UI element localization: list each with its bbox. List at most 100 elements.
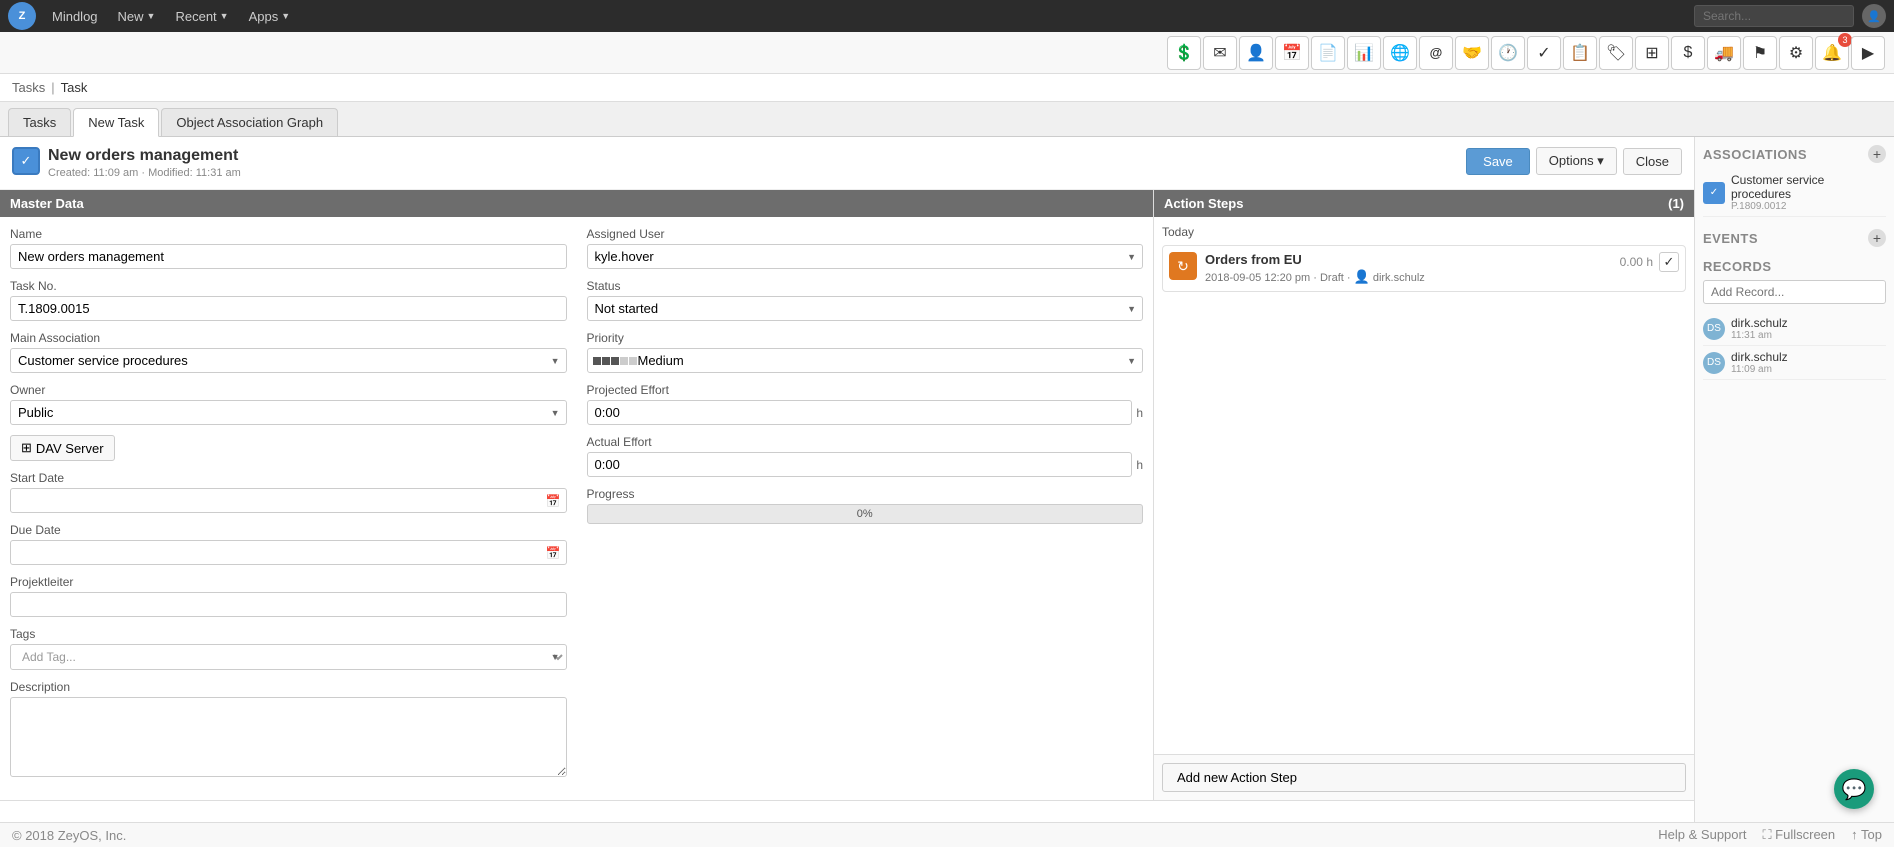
footer: © 2018 ZeyOS, Inc. Help & Support ⛶ Full… bbox=[0, 822, 1894, 847]
chart-icon[interactable]: 📊 bbox=[1347, 36, 1381, 70]
step-right: 0.00 h ✓ bbox=[1620, 252, 1679, 272]
task-icon: ✓ bbox=[12, 147, 40, 175]
projected-effort-input[interactable] bbox=[587, 400, 1133, 425]
nav-new[interactable]: New ▼ bbox=[110, 5, 164, 28]
app-logo[interactable]: Z bbox=[8, 2, 36, 30]
form-left-col: Name Task No. Main Association Customer bbox=[10, 227, 567, 790]
associations-section: ASSOCIATIONS + ✓ Customer service proced… bbox=[1703, 145, 1886, 217]
tags-select-wrapper: Add Tag... bbox=[10, 644, 567, 670]
settings-icon[interactable]: ⚙ bbox=[1779, 36, 1813, 70]
tab-object-association[interactable]: Object Association Graph bbox=[161, 108, 338, 136]
arrow-icon[interactable]: ▶ bbox=[1851, 36, 1885, 70]
tags-group: Tags Add Tag... bbox=[10, 627, 567, 670]
tab-tasks[interactable]: Tasks bbox=[8, 108, 71, 136]
top-navigation: Z Mindlog New ▼ Recent ▼ Apps ▼ 👤 bbox=[0, 0, 1894, 32]
action-steps-header: Action Steps (1) bbox=[1154, 190, 1694, 217]
name-group: Name bbox=[10, 227, 567, 269]
layers-icon[interactable]: ⊞ bbox=[1635, 36, 1669, 70]
bell-icon[interactable]: 🔔 3 bbox=[1815, 36, 1849, 70]
save-button[interactable]: Save bbox=[1466, 148, 1530, 175]
status-label: Status bbox=[587, 279, 1144, 293]
task-no-group: Task No. bbox=[10, 279, 567, 321]
status-group: Status Not started bbox=[587, 279, 1144, 321]
globe-icon[interactable]: 🌐 bbox=[1383, 36, 1417, 70]
association-sub: P.1809.0012 bbox=[1731, 201, 1886, 212]
search-input[interactable] bbox=[1694, 5, 1854, 27]
projected-effort-group: Projected Effort h bbox=[587, 383, 1144, 425]
action-step-item: ↻ Orders from EU 2018-09-05 12:20 pm · D… bbox=[1162, 245, 1686, 292]
progress-group: Progress 0% bbox=[587, 487, 1144, 524]
step-hours: 0.00 h bbox=[1620, 255, 1653, 269]
action-steps-body: Today ↻ Orders from EU 2018-09-05 12:20 … bbox=[1154, 217, 1694, 754]
description-label: Description bbox=[10, 680, 567, 694]
dav-server-button[interactable]: ⊞ DAV Server bbox=[10, 435, 115, 461]
breadcrumb-section[interactable]: Tasks bbox=[12, 80, 45, 95]
task-info: ✓ New orders management Created: 11:09 a… bbox=[12, 147, 241, 179]
owner-select[interactable]: Public bbox=[10, 400, 567, 425]
footer-copyright: © 2018 ZeyOS, Inc. bbox=[12, 828, 126, 843]
associations-title: ASSOCIATIONS + bbox=[1703, 145, 1886, 163]
description-group: Description bbox=[10, 680, 567, 780]
start-date-input[interactable] bbox=[10, 488, 567, 513]
avatar[interactable]: 👤 bbox=[1862, 4, 1886, 28]
projektleiter-label: Projektleiter bbox=[10, 575, 567, 589]
actual-effort-input[interactable] bbox=[587, 452, 1133, 477]
nav-mindlog[interactable]: Mindlog bbox=[44, 5, 106, 28]
master-data-panel: Master Data Name Task No. bbox=[0, 190, 1154, 800]
association-text[interactable]: Customer service procedures bbox=[1731, 173, 1886, 201]
fullscreen-button[interactable]: ⛶ Fullscreen bbox=[1762, 827, 1835, 843]
help-support-link[interactable]: Help & Support bbox=[1658, 827, 1746, 843]
due-date-input[interactable] bbox=[10, 540, 567, 565]
step-check-button[interactable]: ✓ bbox=[1659, 252, 1679, 272]
nav-apps[interactable]: Apps ▼ bbox=[241, 5, 299, 28]
chat-bubble[interactable]: 💬 bbox=[1834, 769, 1874, 809]
add-association-button[interactable]: + bbox=[1868, 145, 1886, 163]
main-assoc-select[interactable]: Customer service procedures bbox=[10, 348, 567, 373]
action-steps-panel: Action Steps (1) Today ↻ Orders from EU … bbox=[1154, 190, 1694, 800]
priority-select-wrapper: Medium bbox=[587, 348, 1144, 373]
checkmark-icon[interactable]: ✓ bbox=[1527, 36, 1561, 70]
flag-icon[interactable]: ⚑ bbox=[1743, 36, 1777, 70]
breadcrumb-title: Task bbox=[61, 80, 88, 95]
tag-icon[interactable]: 🏷 bbox=[1599, 36, 1633, 70]
nav-recent[interactable]: Recent ▼ bbox=[167, 5, 236, 28]
clipboard-icon[interactable]: 📋 bbox=[1563, 36, 1597, 70]
record-time-1: 11:31 am bbox=[1731, 330, 1788, 341]
mail-icon[interactable]: ✉ bbox=[1203, 36, 1237, 70]
section-panel: Master Data Name Task No. bbox=[0, 190, 1694, 801]
today-label: Today bbox=[1162, 225, 1686, 239]
projektleiter-group: Projektleiter bbox=[10, 575, 567, 617]
form-grid: Name Task No. Main Association Customer bbox=[0, 217, 1153, 800]
projektleiter-input[interactable] bbox=[10, 592, 567, 617]
clock-icon[interactable]: 🕐 bbox=[1491, 36, 1525, 70]
close-button[interactable]: Close bbox=[1623, 148, 1682, 175]
task-no-input[interactable] bbox=[10, 296, 567, 321]
truck-icon[interactable]: 🚚 bbox=[1707, 36, 1741, 70]
tags-select[interactable]: Add Tag... bbox=[10, 644, 567, 670]
tab-new-task[interactable]: New Task bbox=[73, 108, 159, 137]
options-button[interactable]: Options ▾ bbox=[1536, 147, 1617, 175]
at-icon[interactable]: @ bbox=[1419, 36, 1453, 70]
priority-select[interactable]: Medium bbox=[587, 348, 1144, 373]
money-icon[interactable]: $ bbox=[1671, 36, 1705, 70]
add-event-button[interactable]: + bbox=[1868, 229, 1886, 247]
status-select[interactable]: Not started bbox=[587, 296, 1144, 321]
search-area: 👤 bbox=[1694, 4, 1886, 28]
file-icon[interactable]: 📄 bbox=[1311, 36, 1345, 70]
apps-caret-icon: ▼ bbox=[281, 11, 290, 21]
handshake-icon[interactable]: 🤝 bbox=[1455, 36, 1489, 70]
due-date-label: Due Date bbox=[10, 523, 567, 537]
assigned-user-select[interactable]: kyle.hover bbox=[587, 244, 1144, 269]
top-button[interactable]: ↑ Top bbox=[1851, 827, 1882, 843]
tab-bar: Tasks New Task Object Association Graph bbox=[0, 102, 1894, 137]
calendar-icon[interactable]: 📅 bbox=[1275, 36, 1309, 70]
add-record-input[interactable] bbox=[1703, 280, 1886, 304]
description-textarea[interactable] bbox=[10, 697, 567, 777]
record-time-2: 11:09 am bbox=[1731, 364, 1788, 375]
name-input[interactable] bbox=[10, 244, 567, 269]
add-action-step-button[interactable]: Add new Action Step bbox=[1162, 763, 1686, 792]
step-meta: 2018-09-05 12:20 pm · Draft · 👤 dirk.sch… bbox=[1205, 269, 1612, 285]
contact-icon[interactable]: 👤 bbox=[1239, 36, 1273, 70]
projected-effort-label: Projected Effort bbox=[587, 383, 1144, 397]
dollar-icon[interactable]: 💲 bbox=[1167, 36, 1201, 70]
